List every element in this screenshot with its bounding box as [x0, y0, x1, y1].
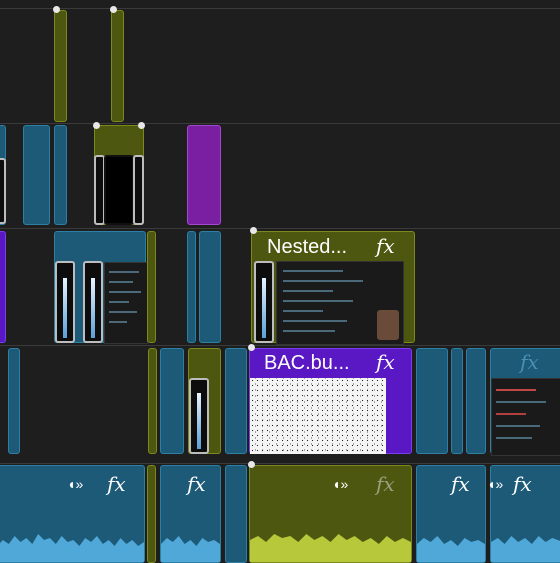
- track-divider: [0, 463, 560, 464]
- track-divider: [0, 8, 560, 9]
- timeline-clip[interactable]: [111, 10, 124, 122]
- clip-thumbnail: [104, 262, 148, 344]
- audio-clip[interactable]: ◖» fx: [0, 465, 145, 563]
- timeline-clip[interactable]: [8, 348, 20, 454]
- timeline-clip[interactable]: [54, 125, 67, 225]
- fx-badge[interactable]: fx: [513, 472, 532, 496]
- timeline-clip[interactable]: [225, 348, 247, 454]
- clip-thumbnail: [189, 378, 209, 454]
- audio-clip[interactable]: [147, 465, 156, 563]
- timeline-clip[interactable]: [199, 231, 221, 343]
- clip-thumbnail: [83, 261, 103, 343]
- audio-clip-nested[interactable]: ◖» fx: [249, 465, 412, 563]
- clip-handle[interactable]: [248, 344, 255, 351]
- clip-handle[interactable]: [248, 461, 255, 468]
- clip-name-label: BAC.bu...: [264, 352, 350, 374]
- clip-thumbnail: [250, 378, 386, 454]
- audio-waveform: [161, 536, 220, 562]
- audio-clip[interactable]: ◖» fx: [487, 465, 560, 563]
- webcam-overlay: [377, 310, 399, 340]
- speaker-icon: ◖»: [332, 476, 349, 492]
- clip-thumbnail: [0, 158, 6, 224]
- timeline-clip[interactable]: [147, 231, 156, 343]
- timeline-clip[interactable]: [23, 125, 50, 225]
- fx-badge[interactable]: fx: [376, 234, 395, 258]
- clip-handle[interactable]: [110, 6, 117, 13]
- audio-waveform: [417, 536, 485, 562]
- audio-clip[interactable]: fx: [416, 465, 486, 563]
- timeline-clip[interactable]: [451, 348, 463, 454]
- clip-thumbnail: [491, 378, 560, 456]
- audio-clip[interactable]: [225, 465, 247, 563]
- fx-badge[interactable]: fx: [187, 472, 206, 496]
- clip-thumbnail: [254, 261, 274, 343]
- speaker-icon: ◖»: [487, 476, 504, 492]
- audio-waveform: [0, 534, 144, 562]
- clip-thumbnail: [276, 261, 404, 345]
- clip-thumbnail: [133, 155, 144, 225]
- fx-badge[interactable]: fx: [376, 472, 395, 496]
- clip-handle[interactable]: [53, 6, 60, 13]
- track-divider: [0, 228, 560, 229]
- adjustment-clip[interactable]: [187, 125, 221, 225]
- track-divider: [0, 345, 560, 346]
- clip-thumbnail: [104, 155, 134, 225]
- timeline-clip[interactable]: [148, 348, 157, 454]
- audio-clip[interactable]: fx: [160, 465, 221, 563]
- fx-badge[interactable]: fx: [376, 350, 395, 374]
- timeline-clip[interactable]: [0, 231, 6, 343]
- timeline-clip[interactable]: [54, 10, 67, 122]
- timeline-clip[interactable]: [466, 348, 486, 454]
- clip-handle[interactable]: [138, 122, 145, 129]
- audio-waveform: [250, 534, 411, 562]
- speaker-icon: ◖»: [67, 476, 84, 492]
- timeline-clip[interactable]: [416, 348, 448, 454]
- track-divider: [0, 123, 560, 124]
- timeline-clip[interactable]: [160, 348, 184, 454]
- fx-badge[interactable]: fx: [520, 350, 539, 374]
- timeline-clip[interactable]: [187, 231, 196, 343]
- clip-handle[interactable]: [93, 122, 100, 129]
- audio-waveform: [491, 536, 560, 562]
- clip-thumbnail: [55, 261, 75, 343]
- fx-badge[interactable]: fx: [107, 472, 126, 496]
- fx-badge[interactable]: fx: [451, 472, 470, 496]
- clip-handle[interactable]: [250, 227, 257, 234]
- clip-name-label: Nested...: [267, 236, 348, 258]
